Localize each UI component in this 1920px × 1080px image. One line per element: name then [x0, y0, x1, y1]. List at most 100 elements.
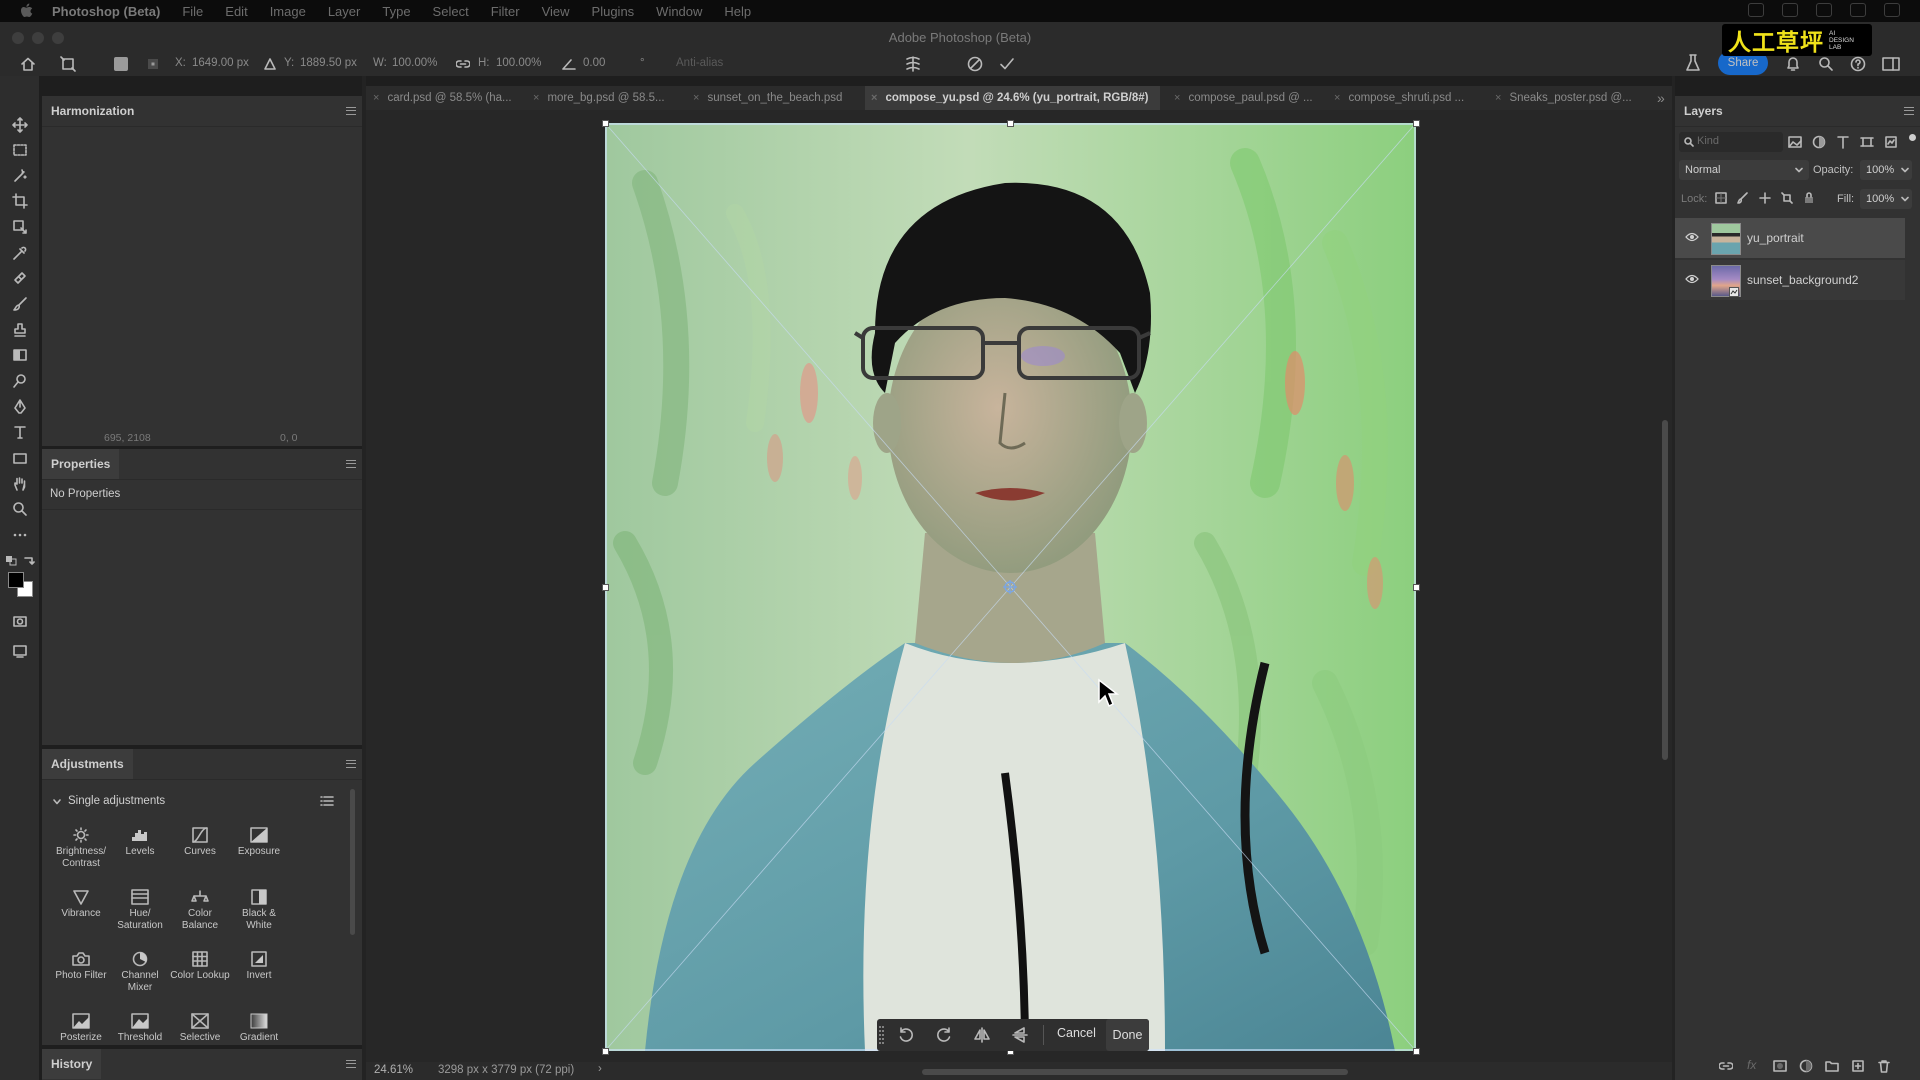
filter-smart-object-icon[interactable] [1884, 135, 1898, 149]
portrait-image[interactable] [605, 123, 1416, 1051]
adjustments-scrollbar[interactable] [350, 789, 355, 935]
transform-handle-bottom-right[interactable] [1413, 1048, 1420, 1055]
cancel-transform-icon[interactable] [967, 56, 983, 72]
status-icon[interactable] [1884, 3, 1900, 17]
photo-filter-adjustment[interactable]: Photo Filter [51, 951, 111, 982]
relative-position-icon[interactable] [264, 58, 276, 70]
doc-tab-compose-yu[interactable]: × compose_yu.psd @ 24.6% (yu_portrait, RG… [865, 86, 1161, 110]
warp-icon[interactable] [904, 55, 922, 73]
link-icon[interactable] [456, 58, 470, 70]
reference-point-icon[interactable] [147, 58, 159, 70]
chevron-down-icon[interactable] [52, 797, 62, 807]
close-tab-icon[interactable]: × [871, 92, 877, 104]
menu-select[interactable]: Select [433, 4, 469, 19]
posterize-adjustment[interactable]: Posterize [51, 1013, 111, 1044]
home-icon[interactable] [20, 56, 36, 72]
flask-icon[interactable] [1686, 54, 1700, 72]
cancel-button[interactable]: Cancel [1057, 1026, 1096, 1040]
curves-adjustment[interactable]: Curves [170, 827, 230, 858]
close-tab-icon[interactable]: × [1174, 92, 1180, 104]
panel-menu-icon[interactable] [346, 1060, 356, 1068]
layers-tab[interactable]: Layers [1675, 96, 1732, 126]
levels-adjustment[interactable]: Levels [110, 827, 170, 858]
status-chevron-icon[interactable]: › [598, 1063, 602, 1075]
invert-adjustment[interactable]: Invert [229, 951, 289, 982]
layer-row[interactable]: yu_portrait [1675, 218, 1905, 258]
type-tool[interactable] [9, 421, 31, 443]
status-icon[interactable] [1816, 3, 1832, 17]
swap-colors-icon[interactable] [23, 556, 35, 566]
layer-name[interactable]: yu_portrait [1747, 231, 1804, 245]
panel-menu-icon[interactable] [1904, 107, 1914, 115]
doc-tab-more-bg[interactable]: × more_bg.psd @ 58.5... [533, 86, 665, 110]
menu-filter[interactable]: Filter [491, 4, 520, 19]
x-field[interactable]: 1649.00 px [192, 57, 249, 69]
rotate-right-icon[interactable] [935, 1026, 953, 1044]
harmonization-tab[interactable]: Harmonization [42, 96, 144, 126]
default-colors-icon[interactable] [6, 556, 18, 566]
layer-row[interactable]: sunset_background2 [1675, 260, 1905, 300]
zoom-level[interactable]: 24.61% [374, 1064, 413, 1076]
dodge-tool[interactable] [9, 370, 31, 392]
close-tab-icon[interactable]: × [1495, 92, 1501, 104]
menu-help[interactable]: Help [724, 4, 751, 19]
exposure-adjustment[interactable]: Exposure [229, 827, 289, 858]
color-lookup-adjustment[interactable]: Color Lookup [170, 951, 230, 982]
blend-mode-select[interactable]: Normal [1679, 160, 1809, 180]
layer-filter-field[interactable]: Kind [1679, 132, 1783, 152]
doc-tab-compose-shruti[interactable]: × compose_shruti.psd ... [1334, 86, 1464, 110]
menu-view[interactable]: View [542, 4, 570, 19]
doc-tab-sunset-beach[interactable]: × sunset_on_the_beach.psd [693, 86, 842, 110]
panel-menu-icon[interactable] [346, 760, 356, 768]
object-selection-tool[interactable] [9, 165, 31, 187]
adjustment-layer-icon[interactable] [1799, 1059, 1813, 1073]
eyedropper-tool[interactable] [9, 242, 31, 264]
menu-type[interactable]: Type [382, 4, 410, 19]
close-tab-icon[interactable]: × [533, 92, 539, 104]
flip-horizontal-icon[interactable] [973, 1026, 991, 1044]
transform-bounding-box[interactable] [605, 123, 1416, 1051]
flip-vertical-icon[interactable] [1011, 1026, 1029, 1044]
fx-icon[interactable]: fx [1747, 1058, 1756, 1072]
status-icon[interactable] [1850, 3, 1866, 17]
status-icon[interactable] [1782, 3, 1798, 17]
transform-handle-right[interactable] [1413, 584, 1420, 591]
opacity-field[interactable]: 100% [1860, 160, 1912, 180]
eye-icon[interactable] [1685, 273, 1699, 285]
menu-layer[interactable]: Layer [328, 4, 361, 19]
commit-transform-icon[interactable] [999, 56, 1015, 72]
angle-field[interactable]: 0.00 [583, 57, 605, 69]
menu-file[interactable]: File [182, 4, 203, 19]
eye-icon[interactable] [1685, 231, 1699, 243]
selective-color-adjustment[interactable]: Selective [170, 1013, 230, 1044]
panel-splitter[interactable] [362, 76, 366, 1080]
add-mask-icon[interactable] [1773, 1059, 1787, 1073]
doc-tab-sneaks-poster[interactable]: × Sneaks_poster.psd @... [1495, 86, 1632, 110]
doc-tab-compose-paul[interactable]: × compose_paul.psd @ ... [1174, 86, 1313, 110]
hand-tool[interactable] [9, 473, 31, 495]
w-field[interactable]: 100.00% [392, 57, 437, 69]
vibrance-adjustment[interactable]: Vibrance [51, 889, 111, 920]
link-layers-icon[interactable] [1719, 1060, 1733, 1072]
lock-artboard-icon[interactable] [1781, 192, 1793, 204]
y-field[interactable]: 1889.50 px [300, 57, 357, 69]
bell-icon[interactable] [1786, 56, 1800, 72]
transform-handle-top-left[interactable] [602, 120, 609, 127]
frame-tool[interactable] [9, 216, 31, 238]
color-balance-adjustment[interactable]: Color Balance [170, 889, 230, 932]
quick-mask-button[interactable] [9, 610, 31, 632]
rectangle-tool[interactable] [9, 447, 31, 469]
vertical-scrollbar[interactable] [1662, 420, 1668, 760]
rotate-left-icon[interactable] [897, 1026, 915, 1044]
filter-toggle-icon[interactable] [1909, 134, 1916, 141]
screen-mode-button[interactable] [9, 640, 31, 662]
menu-edit[interactable]: Edit [225, 4, 247, 19]
apple-icon[interactable] [20, 3, 34, 19]
filter-adjustment-icon[interactable] [1812, 135, 1826, 149]
menu-image[interactable]: Image [270, 4, 306, 19]
transform-handle-bottom-left[interactable] [602, 1048, 609, 1055]
brush-tool[interactable] [9, 293, 31, 315]
horizontal-scrollbar[interactable] [922, 1069, 1348, 1075]
crop-tool[interactable] [9, 190, 31, 212]
doc-tab-card[interactable]: × card.psd @ 58.5% (ha... [373, 86, 512, 110]
